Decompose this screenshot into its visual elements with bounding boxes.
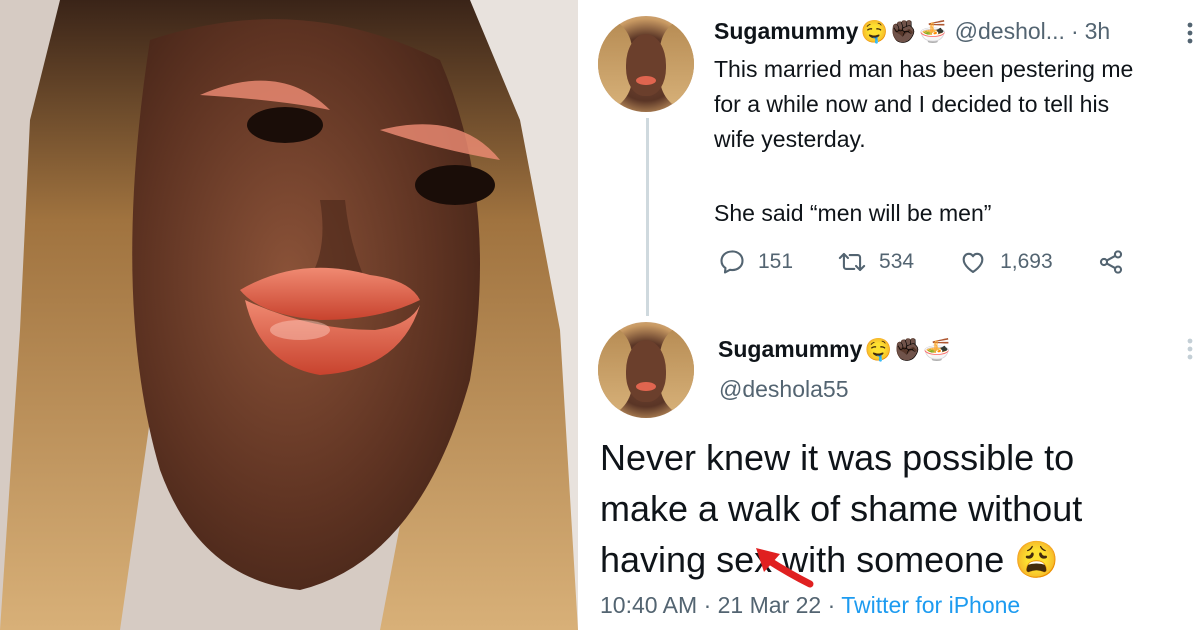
share-button[interactable] (1097, 248, 1137, 276)
drooling-face-emoji: 🤤 (864, 336, 892, 362)
reply-count: 151 (758, 250, 794, 273)
tweet-meta: 10:40 AM · 21 Mar 22 · Twitter for iPhon… (600, 592, 1020, 619)
thread-connector-line (646, 118, 649, 316)
handle[interactable]: @deshol... (955, 18, 1065, 45)
reply-button[interactable]: 151 (718, 248, 793, 276)
timestamp[interactable]: 3h (1085, 18, 1111, 45)
red-arrow-annotation (756, 548, 814, 588)
retweet-button[interactable]: 534 (837, 248, 914, 276)
profile-photo (0, 0, 578, 630)
share-icon (1099, 250, 1122, 274)
tweet-actions: 151 534 1,693 (718, 248, 1137, 276)
separator-dot: · (703, 592, 712, 618)
vertical-dots-icon[interactable] (1186, 22, 1194, 44)
tweet2-body: Never knew it was possible to make a wal… (600, 432, 1180, 585)
handle[interactable]: @deshola55 (719, 376, 849, 403)
tweet-text-line: She said “men will be men” (714, 200, 992, 226)
retweet-icon (838, 252, 866, 272)
tweet-text-line: Never knew it was possible to (600, 437, 1075, 478)
drooling-face-emoji: 🤤 (860, 18, 888, 44)
tweet-text-line: This married man has been pestering me (714, 56, 1134, 82)
separator-dot: · (827, 592, 836, 618)
avatar[interactable] (598, 16, 694, 112)
display-name[interactable]: Sugamummy (714, 18, 858, 45)
tweet-text-line: having sex with someone 😩 (600, 539, 1060, 580)
like-button[interactable]: 1,693 (958, 248, 1053, 276)
raised-fist-emoji: ✊🏿 (893, 336, 922, 362)
retweet-count: 534 (879, 250, 915, 273)
tweet-thread-panel: Sugamummy 🤤 ✊🏿 🍜 @deshol... · 3h This ma… (578, 0, 1200, 630)
like-count: 1,693 (1000, 250, 1053, 273)
heart-icon (962, 252, 984, 273)
speech-bubble-icon (720, 250, 744, 274)
tweet1-body: This married man has been pestering me f… (714, 52, 1200, 157)
noodle-bowl-emoji: 🍜 (919, 18, 947, 44)
tweet-source-link[interactable]: Twitter for iPhone (841, 592, 1020, 618)
noodle-bowl-emoji: 🍜 (923, 336, 951, 362)
tweet2-header: Sugamummy 🤤 ✊🏿 🍜 (718, 336, 951, 363)
selfie-illustration (0, 0, 578, 630)
tweet1-header: Sugamummy 🤤 ✊🏿 🍜 @deshol... · 3h (714, 18, 1110, 45)
vertical-dots-icon[interactable] (1186, 338, 1194, 360)
tweet-text-line: wife yesterday. (714, 126, 866, 152)
tweet-text-line: for a while now and I decided to tell hi… (714, 91, 1110, 117)
separator-dot: · (1070, 18, 1079, 44)
display-name[interactable]: Sugamummy (718, 336, 862, 363)
tweet-text-line: make a walk of shame without (600, 488, 1083, 529)
tweet-date[interactable]: 21 Mar 22 (718, 592, 822, 618)
tweet-time[interactable]: 10:40 AM (600, 592, 697, 618)
avatar[interactable] (598, 322, 694, 418)
raised-fist-emoji: ✊🏿 (889, 18, 918, 44)
